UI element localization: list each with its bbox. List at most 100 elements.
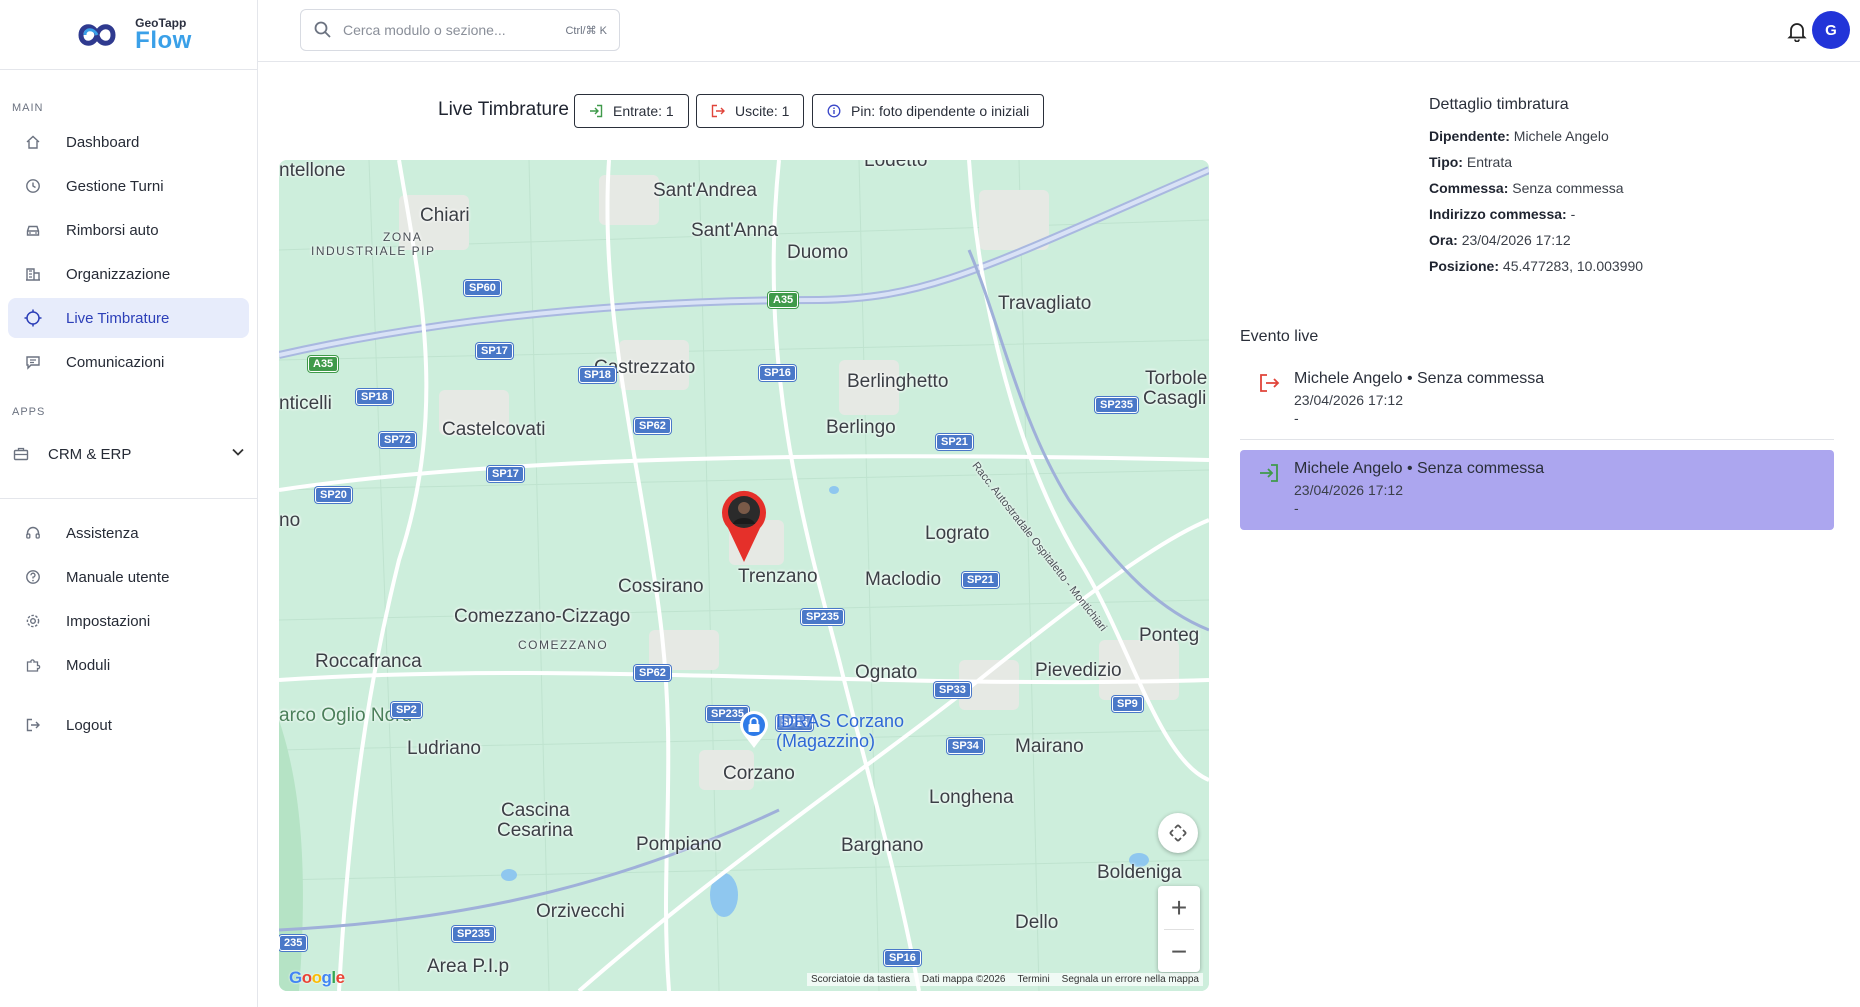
sidebar-item-label: Rimborsi auto: [66, 221, 159, 239]
detail-row-posizione: Posizione: 45.477283, 10.003990: [1429, 258, 1643, 284]
detail-label: Dipendente:: [1429, 128, 1510, 144]
road-shield: SP18: [579, 367, 616, 383]
road-shield: SP16: [884, 950, 921, 966]
help-circle-icon: [24, 568, 42, 586]
detail-value: -: [1570, 206, 1576, 222]
car-icon: [24, 221, 42, 239]
detail-value: Senza commessa: [1512, 180, 1624, 196]
crosshair-icon: [24, 309, 42, 327]
sidebar-item-label: Moduli: [66, 656, 111, 674]
detail-value: 23/04/2026 17:12: [1461, 232, 1571, 248]
road-shield: SP235: [801, 609, 845, 625]
sidebar-item-comunicazioni[interactable]: Comunicazioni: [8, 342, 249, 382]
gear-icon: [24, 612, 42, 630]
place-label: Longhena: [929, 787, 1014, 808]
sidebar-item-live-timbrature[interactable]: Live Timbrature: [8, 298, 249, 338]
detail-label: Indirizzo commessa:: [1429, 206, 1567, 222]
map-attribution: Scorciatoie da tastiera Dati mappa ©2026…: [806, 973, 1203, 986]
attribution-data-text: Dati mappa ©2026: [921, 974, 1006, 985]
place-label: Pompiano: [636, 834, 722, 855]
detail-title: Dettaglio timbratura: [1429, 96, 1569, 113]
event-title: Michele Angelo • Senza commessa: [1294, 370, 1545, 387]
building-icon: [24, 265, 42, 283]
search-input[interactable]: Cerca modulo o sezione... Ctrl/⌘ K: [300, 9, 620, 51]
logout-arrow-icon: [711, 104, 725, 118]
live-event-item[interactable]: Michele Angelo • Senza commessa 23/04/20…: [1240, 360, 1834, 440]
puzzle-icon: [24, 656, 42, 674]
zoom-controls: + −: [1158, 886, 1200, 972]
live-event-item-selected[interactable]: Michele Angelo • Senza commessa 23/04/20…: [1240, 450, 1834, 530]
entrate-chip-label: Entrate: 1: [613, 103, 674, 119]
zoom-out-button[interactable]: −: [1158, 930, 1200, 973]
employee-location-pin-icon[interactable]: [720, 490, 768, 564]
event-extra: -: [1294, 500, 1299, 516]
road-shield: SP9: [1112, 696, 1143, 712]
sidebar-item-label: Gestione Turni: [66, 177, 164, 195]
detail-label: Ora:: [1429, 232, 1458, 248]
place-label: Berlinghetto: [847, 371, 949, 392]
chevron-down-icon[interactable]: [231, 445, 245, 463]
search-placeholder: Cerca modulo o sezione...: [343, 22, 506, 38]
place-label: Castelcovati: [442, 419, 546, 440]
place-label: INDUSTRIALE PIP: [311, 244, 436, 258]
attribution-terms-link[interactable]: Termini: [1017, 974, 1049, 985]
place-label: Lograto: [925, 523, 990, 544]
sidebar-item-logout[interactable]: Logout: [8, 705, 249, 745]
info-icon: [827, 104, 841, 118]
detail-value: Entrata: [1466, 154, 1512, 170]
sidebar-item-gestione-turni[interactable]: Gestione Turni: [8, 166, 249, 206]
entrate-chip[interactable]: Entrate: 1: [574, 94, 689, 128]
attribution-shortcuts-link[interactable]: Scorciatoie da tastiera: [811, 974, 910, 985]
road-shield: SP62: [634, 665, 671, 681]
attribution-report-link[interactable]: Segnala un errore nella mappa: [1062, 974, 1199, 985]
user-avatar[interactable]: G: [1812, 11, 1850, 49]
clock-icon: [24, 177, 42, 195]
road-shield: SP20: [315, 487, 352, 503]
road-shield: SP17: [476, 343, 513, 359]
app-logo[interactable]: GeoTapp Flow: [0, 0, 257, 70]
fullscreen-map-button[interactable]: [1158, 813, 1198, 853]
infinity-logo-icon: [78, 23, 116, 46]
notification-bell-icon[interactable]: [1786, 20, 1808, 43]
sidebar-item-dashboard[interactable]: Dashboard: [8, 122, 249, 162]
sidebar-item-crm-erp[interactable]: CRM & ERP: [0, 434, 257, 474]
place-label: Ponteg: [1139, 625, 1200, 646]
road-shield: SP34: [947, 738, 984, 754]
detail-row-ora: Ora: 23/04/2026 17:12: [1429, 232, 1643, 258]
pin-info-chip[interactable]: Pin: foto dipendente o iniziali: [812, 94, 1045, 128]
place-label: Boldeniga: [1097, 862, 1182, 883]
pin-info-chip-label: Pin: foto dipendente o iniziali: [851, 103, 1030, 119]
place-label: Roccafranca: [315, 651, 422, 672]
login-arrow-icon: [1258, 462, 1280, 484]
home-icon: [24, 133, 42, 151]
place-label: Casagli: [1143, 388, 1207, 409]
sidebar-item-rimborsi-auto[interactable]: Rimborsi auto: [8, 210, 249, 250]
place-label: Sant'Anna: [691, 220, 779, 241]
sidebar-item-label: Logout: [66, 716, 112, 734]
uscite-chip[interactable]: Uscite: 1: [696, 94, 805, 128]
sidebar-item-impostazioni[interactable]: Impostazioni: [8, 601, 249, 641]
uscite-chip-label: Uscite: 1: [735, 103, 790, 119]
sidebar-item-assistenza[interactable]: Assistenza: [8, 513, 249, 553]
place-label: Trenzano: [738, 566, 818, 587]
place-label: Duomo: [787, 242, 849, 263]
live-map[interactable]: Lodetto Sant'Andrea Sant'Anna Duomo Chia…: [279, 160, 1209, 991]
road-shield: SP33: [934, 682, 971, 698]
warehouse-poi-icon[interactable]: [737, 710, 771, 750]
sidebar-divider: [0, 498, 257, 499]
place-label: Mairano: [1015, 736, 1084, 757]
sidebar-item-organizzazione[interactable]: Organizzazione: [8, 254, 249, 294]
sidebar-item-moduli[interactable]: Moduli: [8, 645, 249, 685]
road-shield: A35: [308, 356, 339, 372]
place-label: Bargnano: [841, 835, 924, 856]
expand-icon: [1169, 824, 1187, 842]
topbar: Cerca modulo o sezione... Ctrl/⌘ K G: [258, 0, 1860, 62]
poi-label-name: IDRAS Corzano: [776, 711, 905, 731]
zoom-in-button[interactable]: +: [1158, 886, 1200, 929]
sidebar-item-manuale-utente[interactable]: Manuale utente: [8, 557, 249, 597]
event-time: 23/04/2026 17:12: [1294, 482, 1403, 498]
place-label: Orzivecchi: [536, 901, 625, 922]
place-label: Torbole: [1145, 368, 1208, 389]
place-label: Cesarina: [497, 820, 574, 841]
road-shield: SP235: [452, 926, 496, 942]
